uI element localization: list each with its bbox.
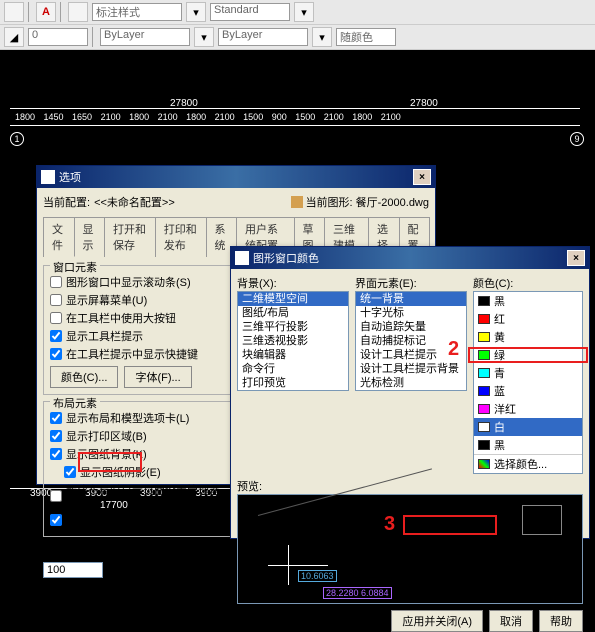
color-item: 黑 bbox=[474, 436, 582, 454]
tab-display[interactable]: 显示 bbox=[74, 217, 106, 257]
interface-header: 界面元素(E): bbox=[355, 275, 467, 291]
layer-icon[interactable]: ◢ bbox=[4, 27, 24, 47]
tab-file[interactable]: 文件 bbox=[43, 217, 75, 257]
color-item-selected: 白 bbox=[474, 418, 582, 436]
current-profile: <<未命名配置>> bbox=[94, 194, 175, 210]
colors-button[interactable]: 颜色(C)... bbox=[50, 366, 118, 388]
color-item: 青 bbox=[474, 364, 582, 382]
close-icon[interactable]: × bbox=[567, 250, 585, 266]
grid-marker: 1 bbox=[10, 132, 24, 146]
toolbar-button[interactable] bbox=[68, 2, 88, 22]
coord-1: 10.6063 bbox=[298, 570, 337, 582]
standard-combo[interactable]: Standard bbox=[210, 3, 290, 21]
chk-large-buttons[interactable]: 在工具栏中使用大按钮 bbox=[50, 310, 225, 326]
list-item[interactable]: 十字光标 bbox=[356, 306, 466, 320]
color-dialog-title: 图形窗口颜色 bbox=[253, 250, 319, 266]
color-item: 红 bbox=[474, 310, 582, 328]
select-color-item: 选择颜色... bbox=[474, 454, 582, 473]
fonts-button[interactable]: 字体(F)... bbox=[124, 366, 191, 388]
color-titlebar[interactable]: 图形窗口颜色 × bbox=[231, 247, 589, 269]
dim-style-combo[interactable]: 标注样式 bbox=[92, 3, 182, 21]
annotation-number-2: 2 bbox=[448, 338, 459, 361]
crosshair-group: 十字光标大小(Z) bbox=[43, 543, 232, 578]
color-item: 蓝 bbox=[474, 382, 582, 400]
color-item: 黄 bbox=[474, 328, 582, 346]
list-item[interactable]: 光标检测 bbox=[356, 376, 466, 390]
list-item[interactable]: 打印预览 bbox=[238, 376, 348, 390]
color-dropdown[interactable]: 黑 红 黄 绿 青 蓝 洋红 白 黑 选择颜色... bbox=[473, 291, 583, 474]
chk-page-setup[interactable]: 新建布局时显示页面设置管理器(G) bbox=[50, 482, 225, 510]
chk-scrollbars[interactable]: 图形窗口中显示滚动条(S) bbox=[50, 274, 225, 290]
color-dialog: 图形窗口颜色 × 背景(X): 二维模型空间 图纸/布局 三维平行投影 三维透视… bbox=[230, 246, 590, 539]
dimension-row: 1800 1450 1650 2100 1800 2100 1800 2100 … bbox=[15, 112, 401, 122]
layout-elements-group: 布局元素 显示布局和模型选项卡(L) 显示打印区域(B) 显示图纸背景(K) 显… bbox=[43, 401, 232, 537]
crosshair-label: 十字光标大小(Z) bbox=[43, 543, 232, 559]
top-toolbar: A 标注样式 ▾ Standard ▾ ◢ 0 ByLayer ▾ ByLaye… bbox=[0, 0, 595, 50]
tab-plot[interactable]: 打印和发布 bbox=[155, 217, 207, 257]
current-drawing-label: 当前图形: bbox=[306, 194, 353, 210]
chk-screen-menu[interactable]: 显示屏幕菜单(U) bbox=[50, 292, 225, 308]
list-item[interactable]: 光标检频线 bbox=[356, 390, 466, 391]
chk-layout-tabs[interactable]: 显示布局和模型选项卡(L) bbox=[50, 410, 225, 426]
list-item[interactable]: 自动追踪矢量 bbox=[356, 320, 466, 334]
dialog-icon bbox=[235, 251, 249, 265]
toolbar-button[interactable] bbox=[4, 2, 24, 22]
dwg-icon bbox=[291, 196, 303, 208]
dropdown-icon[interactable]: ▾ bbox=[312, 27, 332, 47]
help-button[interactable]: 帮助 bbox=[539, 610, 583, 632]
annotation-number-3: 3 bbox=[384, 513, 395, 536]
color-item: 洋红 bbox=[474, 400, 582, 418]
color-header: 颜色(C): bbox=[473, 275, 583, 291]
group-title: 窗口元素 bbox=[50, 259, 100, 275]
list-item[interactable]: 命令行 bbox=[238, 362, 348, 376]
bylayer-combo-2[interactable]: ByLayer bbox=[218, 28, 308, 46]
dialog-icon bbox=[41, 170, 55, 184]
options-title: 选项 bbox=[59, 169, 81, 185]
chk-paper-bg[interactable]: 显示图纸背景(K) bbox=[50, 446, 225, 462]
chk-tooltips[interactable]: 显示工具栏提示 bbox=[50, 328, 225, 344]
color-preview: 10.6063 28.2280 6.0884 bbox=[237, 494, 583, 604]
list-item[interactable]: 图纸/布局 bbox=[238, 306, 348, 320]
current-profile-label: 当前配置: bbox=[43, 194, 90, 210]
list-item[interactable]: 二维模型空间 bbox=[238, 292, 348, 306]
grid-marker: 9 bbox=[570, 132, 584, 146]
list-item[interactable]: 三维平行投影 bbox=[238, 320, 348, 334]
background-listbox[interactable]: 二维模型空间 图纸/布局 三维平行投影 三维透视投影 块编辑器 命令行 打印预览 bbox=[237, 291, 349, 391]
color-item: 黑 bbox=[474, 292, 582, 310]
dropdown-icon[interactable]: ▾ bbox=[186, 2, 206, 22]
tab-open-save[interactable]: 打开和保存 bbox=[104, 217, 156, 257]
coord-2: 28.2280 6.0884 bbox=[323, 587, 392, 599]
preview-label: 预览: bbox=[237, 478, 583, 494]
list-item[interactable]: 块编辑器 bbox=[238, 348, 348, 362]
dropdown-icon[interactable]: ▾ bbox=[294, 2, 314, 22]
list-item[interactable]: 设计工具栏提示背景 bbox=[356, 362, 466, 376]
layer-combo[interactable]: 0 bbox=[28, 28, 88, 46]
options-titlebar[interactable]: 选项 × bbox=[37, 166, 435, 188]
toolbar-row-1: A 标注样式 ▾ Standard ▾ bbox=[0, 0, 595, 25]
current-drawing: 餐厅-2000.dwg bbox=[356, 194, 429, 210]
apply-close-button[interactable]: 应用并关闭(A) bbox=[391, 610, 483, 632]
group-title: 布局元素 bbox=[50, 395, 100, 411]
dropdown-icon[interactable]: ▾ bbox=[194, 27, 214, 47]
bylayer-combo[interactable]: ByLayer bbox=[100, 28, 190, 46]
toolbar-button-a[interactable]: A bbox=[36, 2, 56, 22]
preview-cone-icon bbox=[522, 505, 562, 535]
close-icon[interactable]: × bbox=[413, 169, 431, 185]
chk-create-viewport[interactable]: 在新布局中创建视口(N) bbox=[50, 512, 225, 528]
color-item: 绿 bbox=[474, 346, 582, 364]
toolbar-row-2: ◢ 0 ByLayer ▾ ByLayer ▾ 随颜色 bbox=[0, 25, 595, 50]
cancel-button[interactable]: 取消 bbox=[489, 610, 533, 632]
chk-shortcut[interactable]: 在工具栏提示中显示快捷键 bbox=[50, 346, 225, 362]
crosshair-size-input[interactable] bbox=[43, 562, 103, 578]
list-item[interactable]: 三维透视投影 bbox=[238, 334, 348, 348]
list-item[interactable]: 统一背景 bbox=[356, 292, 466, 306]
chk-print-area[interactable]: 显示打印区域(B) bbox=[50, 428, 225, 444]
color-hint[interactable]: 随颜色 bbox=[336, 28, 396, 46]
window-elements-group: 窗口元素 图形窗口中显示滚动条(S) 显示屏幕菜单(U) 在工具栏中使用大按钮 … bbox=[43, 265, 232, 395]
bg-header: 背景(X): bbox=[237, 275, 349, 291]
chk-paper-shadow[interactable]: 显示图纸阴影(E) bbox=[50, 464, 225, 480]
